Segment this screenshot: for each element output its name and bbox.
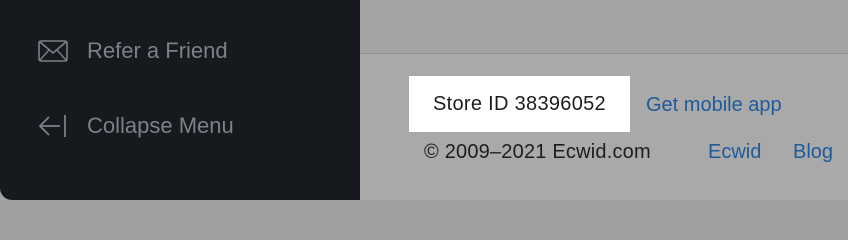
page: Refer a Friend Collapse Menu Store ID 38… bbox=[0, 0, 848, 200]
collapse-arrow-icon bbox=[38, 112, 70, 140]
sidebar-item-collapse-menu[interactable]: Collapse Menu bbox=[38, 106, 234, 146]
ecwid-link[interactable]: Ecwid bbox=[708, 141, 761, 164]
envelope-icon bbox=[38, 37, 70, 65]
sidebar-item-label: Refer a Friend bbox=[87, 38, 228, 63]
blog-link[interactable]: Blog bbox=[793, 141, 833, 164]
get-mobile-app-link[interactable]: Get mobile app bbox=[646, 94, 782, 117]
store-id-badge: Store ID 38396052 bbox=[409, 76, 630, 132]
top-header-area bbox=[360, 0, 848, 54]
sidebar-item-label: Collapse Menu bbox=[87, 113, 234, 138]
sidebar-item-refer-a-friend[interactable]: Refer a Friend bbox=[38, 31, 228, 71]
sidebar: Refer a Friend Collapse Menu bbox=[0, 0, 360, 200]
copyright-text: © 2009–2021 Ecwid.com bbox=[424, 141, 651, 163]
